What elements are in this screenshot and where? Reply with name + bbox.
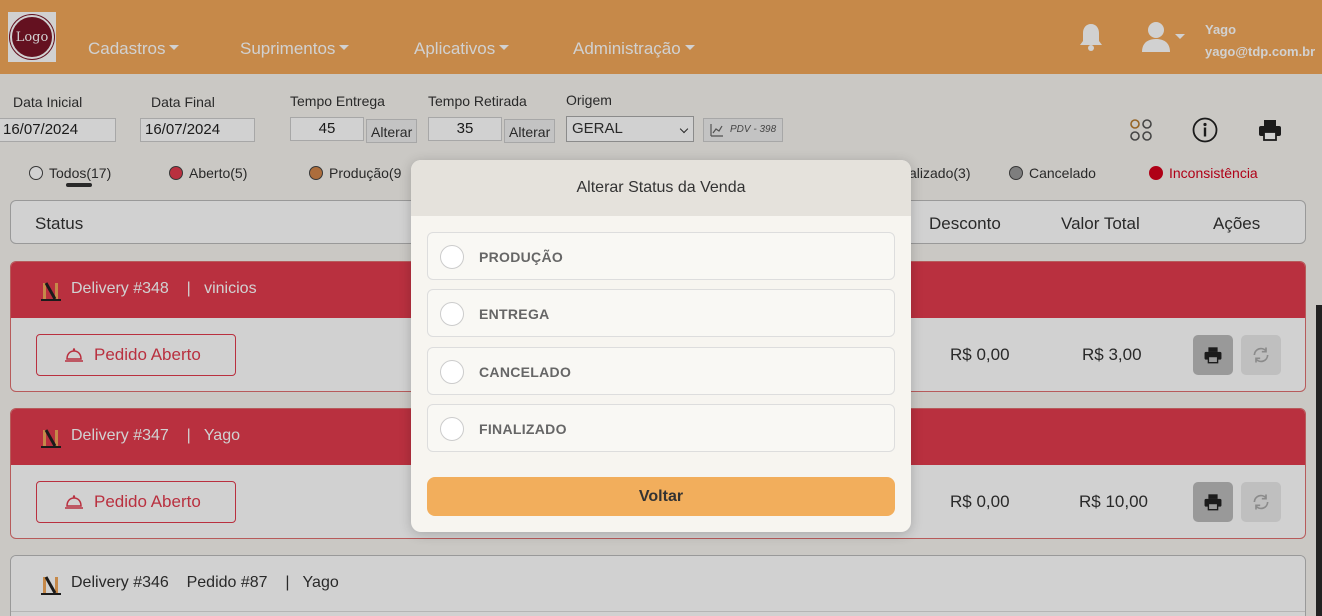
radio-button[interactable] <box>440 302 464 326</box>
status-option-label: FINALIZADO <box>479 421 567 437</box>
alterar-status-modal: Alterar Status da Venda PRODUÇÃO ENTREGA… <box>411 160 911 532</box>
radio-button[interactable] <box>440 417 464 441</box>
status-option-producao[interactable]: PRODUÇÃO <box>427 232 895 280</box>
voltar-button[interactable]: Voltar <box>427 477 895 516</box>
radio-button[interactable] <box>440 360 464 384</box>
modal-title: Alterar Status da Venda <box>411 160 911 216</box>
radio-button[interactable] <box>440 245 464 269</box>
status-option-label: CANCELADO <box>479 364 572 380</box>
window-edge <box>1316 305 1322 616</box>
status-option-label: ENTREGA <box>479 306 550 322</box>
status-option-entrega[interactable]: ENTREGA <box>427 289 895 337</box>
status-option-label: PRODUÇÃO <box>479 249 564 265</box>
status-option-cancelado[interactable]: CANCELADO <box>427 347 895 395</box>
status-option-finalizado[interactable]: FINALIZADO <box>427 404 895 452</box>
